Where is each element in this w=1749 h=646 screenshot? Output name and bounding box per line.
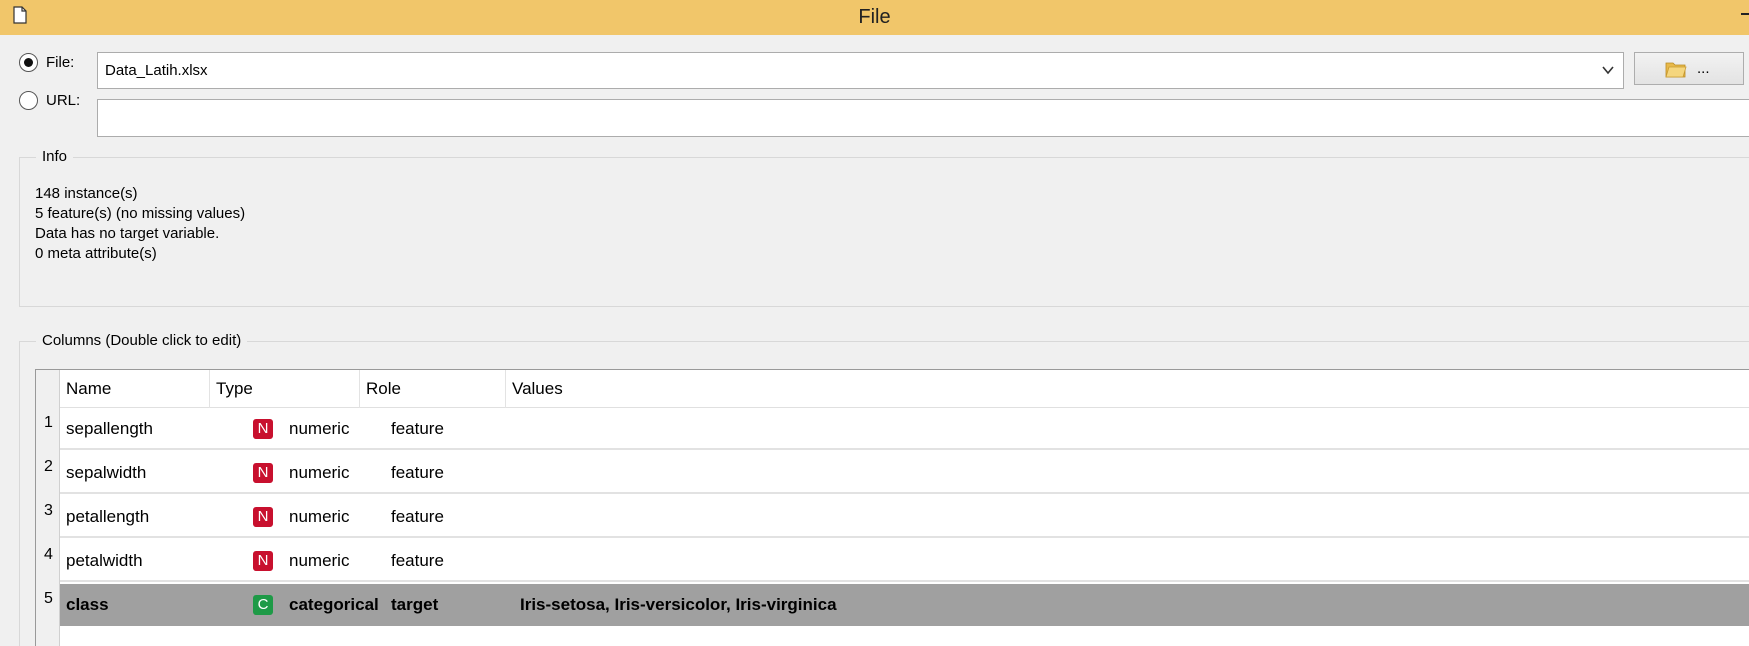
header-values[interactable]: Values <box>506 370 1749 408</box>
file-radio-label: File: <box>46 54 75 71</box>
cell-role: feature <box>391 419 444 438</box>
info-group <box>19 157 1749 307</box>
file-radio[interactable] <box>19 53 38 72</box>
cell-name: class <box>66 595 109 614</box>
columns-table[interactable]: Name Type Role Values 1 sepallength N nu… <box>35 369 1749 646</box>
cell-role: feature <box>391 507 444 526</box>
table-row-selected[interactable]: class C categorical target Iris-setosa, … <box>60 584 1749 626</box>
title-bar: File <box>0 0 1749 35</box>
cell-role: target <box>391 595 439 614</box>
cell-type: numeric <box>289 463 350 482</box>
cell-name: petallength <box>66 507 150 526</box>
cell-name: sepalwidth <box>66 463 147 482</box>
file-combobox-value: Data_Latih.xlsx <box>105 62 208 79</box>
file-combobox[interactable]: Data_Latih.xlsx <box>97 52 1624 89</box>
numeric-type-badge: N <box>253 463 273 483</box>
info-line-target: Data has no target variable. <box>35 225 220 242</box>
folder-icon <box>1665 62 1687 78</box>
info-group-title: Info <box>36 148 74 165</box>
row-number: 5 <box>44 590 53 607</box>
categorical-type-badge: C <box>253 595 273 615</box>
row-number: 4 <box>44 546 53 563</box>
url-radio[interactable] <box>19 91 38 110</box>
window-title: File <box>858 6 891 28</box>
cell-type: numeric <box>289 551 350 570</box>
browse-button[interactable]: ... <box>1634 52 1744 85</box>
columns-group-title: Columns (Double click to edit) <box>36 332 248 349</box>
row-number: 2 <box>44 458 53 475</box>
table-header: Name Type Role Values <box>60 370 1749 408</box>
header-type[interactable]: Type <box>210 370 360 408</box>
table-row[interactable]: sepallength N numeric feature <box>60 408 1749 450</box>
header-name[interactable]: Name <box>60 370 210 408</box>
row-number: 1 <box>44 414 53 431</box>
numeric-type-badge: N <box>253 419 273 439</box>
cell-name: petalwidth <box>66 551 143 570</box>
cell-type: numeric <box>289 507 350 526</box>
info-line-meta: 0 meta attribute(s) <box>35 245 157 262</box>
cell-type: categorical <box>289 595 379 614</box>
cell-role: feature <box>391 463 444 482</box>
url-radio-label: URL: <box>46 92 81 109</box>
browse-button-label: ... <box>1697 60 1710 77</box>
chevron-down-icon <box>1602 66 1614 75</box>
url-input[interactable] <box>97 99 1749 137</box>
cell-values: Iris-setosa, Iris-versicolor, Iris-virgi… <box>520 595 837 614</box>
info-line-features: 5 feature(s) (no missing values) <box>35 205 246 222</box>
table-row[interactable]: petalwidth N numeric feature <box>60 540 1749 582</box>
numeric-type-badge: N <box>253 551 273 571</box>
table-row[interactable]: sepalwidth N numeric feature <box>60 452 1749 494</box>
info-line-instances: 148 instance(s) <box>35 185 138 202</box>
cell-role: feature <box>391 551 444 570</box>
row-number: 3 <box>44 502 53 519</box>
cell-type: numeric <box>289 419 350 438</box>
cell-name: sepallength <box>66 419 153 438</box>
table-row[interactable]: petallength N numeric feature <box>60 496 1749 538</box>
header-role[interactable]: Role <box>360 370 506 408</box>
numeric-type-badge: N <box>253 507 273 527</box>
minimize-button[interactable] <box>1741 13 1749 15</box>
